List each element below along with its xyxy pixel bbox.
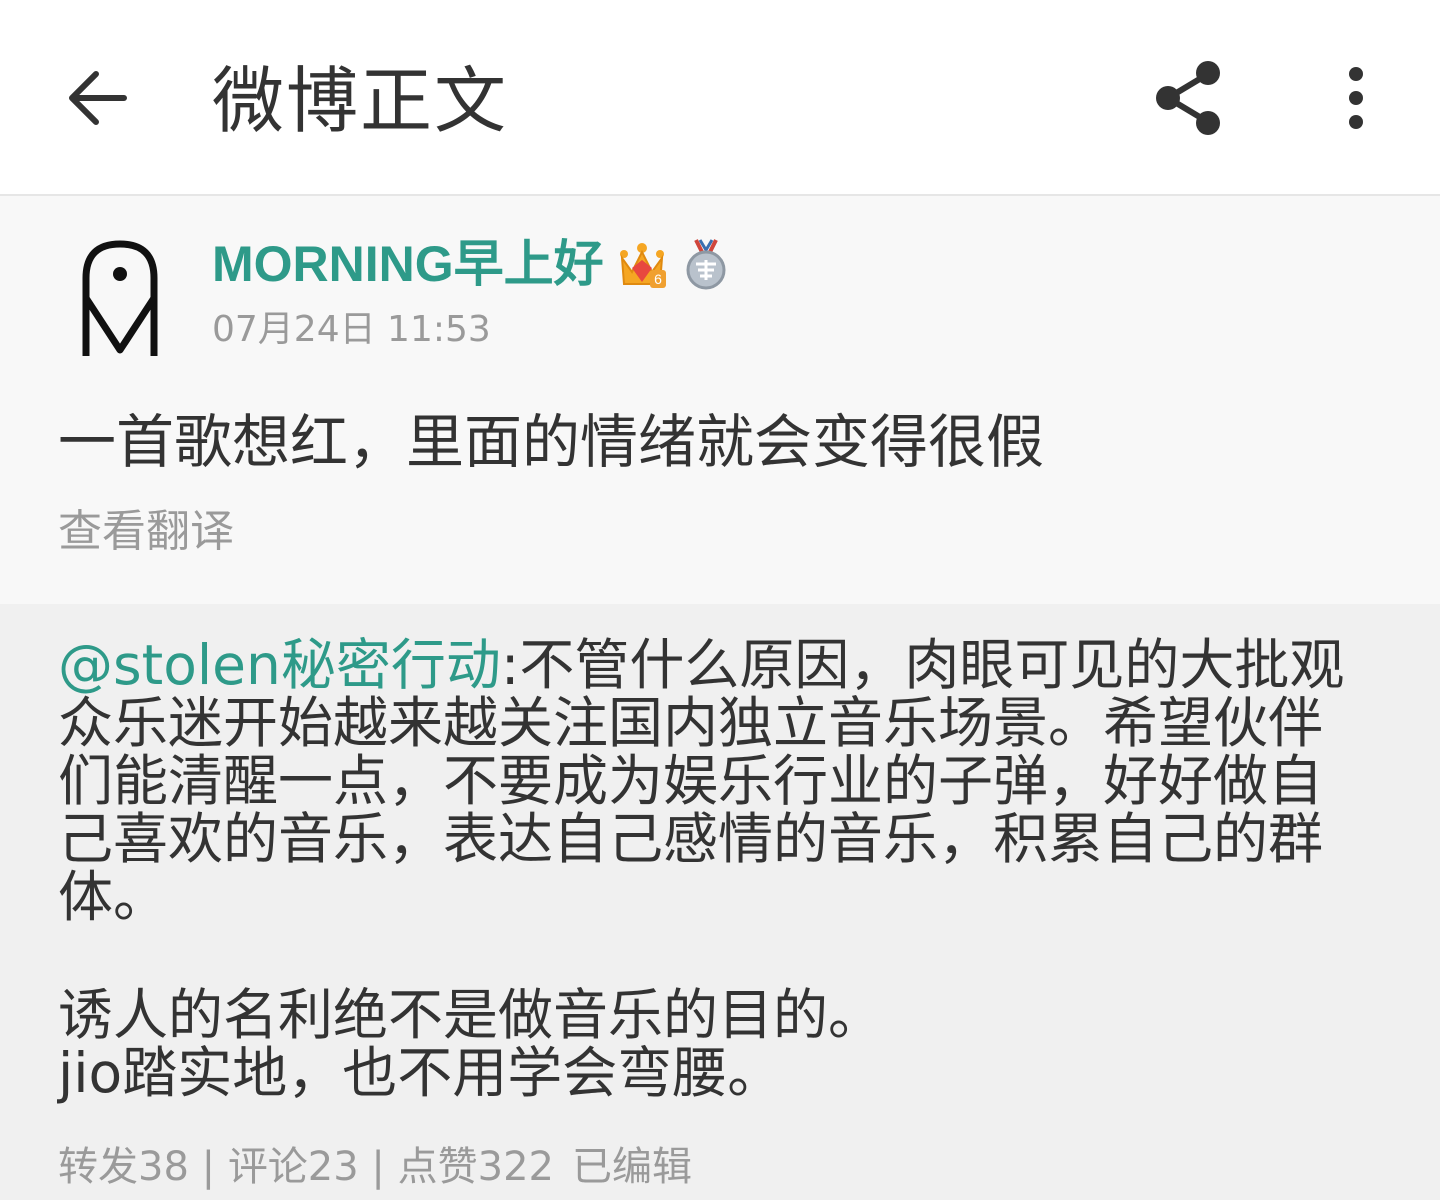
share-icon [1156, 61, 1220, 135]
post-timestamp: 07月24日 11:53 [212, 309, 491, 350]
mention-link[interactable]: @stolen秘密行动 [58, 633, 501, 697]
repost-extra-text: 诱人的名利绝不是做音乐的目的。 jio踏实地，也不用学会弯腰。 [58, 986, 1358, 1102]
comment-count[interactable]: 评论23 [228, 1144, 359, 1190]
view-translation-link[interactable]: 查看翻译 [58, 504, 234, 560]
stats-separator: | [358, 1144, 398, 1190]
avatar-logo-icon [82, 240, 158, 356]
post-card: MORNING早上好 6 07月24日 11:53 一首歌想红，里面的情绪就会变… [0, 196, 1440, 604]
stats-separator: | [188, 1144, 228, 1190]
reposted-content[interactable]: @stolen秘密行动:不管什么原因，肉眼可见的大批观众乐迷开始越来越关注国内独… [0, 604, 1440, 1200]
user-row: MORNING早上好 6 [212, 234, 732, 294]
username[interactable]: MORNING早上好 [212, 234, 604, 294]
top-app-bar: 微博正文 [0, 0, 1440, 196]
crown-badge-icon[interactable]: 6 [616, 238, 668, 290]
share-button[interactable] [1152, 58, 1224, 138]
like-count[interactable]: 点赞322 [398, 1144, 554, 1190]
repost-line-2: 诱人的名利绝不是做音乐的目的。 [58, 983, 884, 1047]
post-text: 一首歌想红，里面的情绪就会变得很假 [58, 408, 1045, 476]
edited-label: 已编辑 [571, 1144, 692, 1190]
page-title: 微博正文 [212, 59, 509, 143]
repost-stats: 转发38 | 评论23 | 点赞322 已编辑 [58, 1142, 692, 1192]
medal-badge-icon[interactable] [680, 238, 732, 290]
repost-body: @stolen秘密行动:不管什么原因，肉眼可见的大批观众乐迷开始越来越关注国内独… [58, 636, 1358, 926]
arrow-left-icon [69, 71, 127, 125]
repost-line-3: jio踏实地，也不用学会弯腰。 [58, 1041, 783, 1105]
avatar[interactable] [64, 238, 176, 358]
svg-text:6: 6 [654, 271, 662, 287]
back-button[interactable] [64, 68, 128, 128]
more-options-button[interactable] [1332, 66, 1380, 130]
more-vertical-icon [1349, 67, 1363, 129]
forward-count[interactable]: 转发38 [58, 1144, 189, 1190]
